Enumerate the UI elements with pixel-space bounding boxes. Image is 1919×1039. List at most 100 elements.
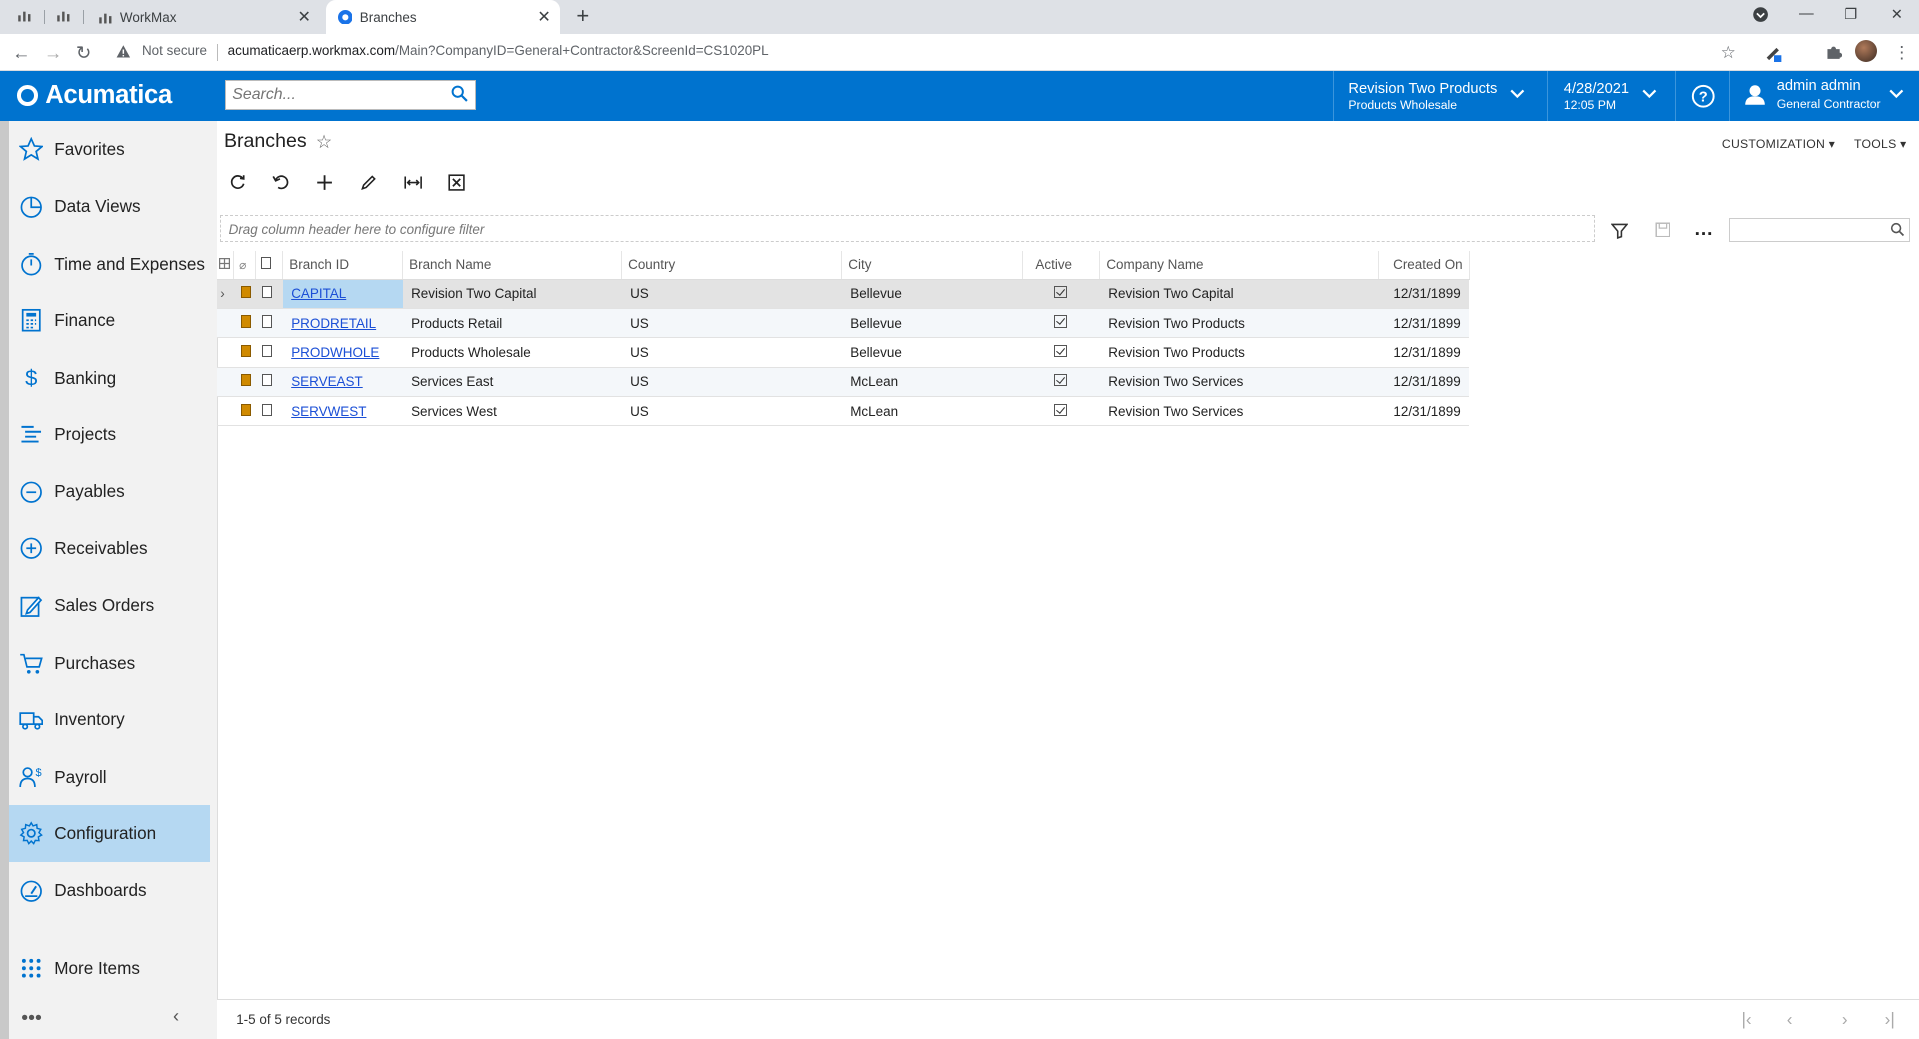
undo-icon[interactable] — [272, 174, 289, 196]
created-on-cell[interactable]: 12/31/1899 — [1378, 367, 1470, 397]
branch-selector[interactable]: Revision Two Products Products Wholesale — [1332, 70, 1547, 122]
more-options-icon[interactable]: … — [1694, 218, 1714, 241]
country-cell[interactable]: US — [621, 308, 842, 339]
table-row[interactable]: › CAPITAL Revision Two Capital US Bellev… — [216, 279, 1470, 309]
filter-icon[interactable] — [1610, 222, 1629, 244]
note-icon[interactable] — [261, 286, 272, 299]
back-icon[interactable]: ← — [12, 42, 30, 64]
company-name-cell[interactable]: Revision Two Products — [1099, 308, 1379, 339]
sidebar-item-favorites[interactable]: Favorites — [9, 121, 210, 177]
files-icon[interactable] — [241, 403, 251, 416]
branch-id-link[interactable]: CAPITAL — [291, 286, 346, 301]
warning-icon[interactable] — [116, 44, 131, 64]
row-current-indicator-icon[interactable]: › — [216, 279, 234, 309]
close-tab-icon[interactable]: ✕ — [298, 7, 311, 27]
note-icon[interactable] — [261, 315, 272, 328]
close-tab-icon[interactable]: ✕ — [537, 7, 550, 27]
customization-menu[interactable]: CUSTOMIZATION ▾ — [1722, 137, 1835, 151]
table-row[interactable]: PRODWHOLE Products Wholesale US Bellevue… — [216, 337, 1470, 368]
country-cell[interactable]: US — [621, 396, 842, 427]
prev-page-icon[interactable]: ‹ — [1787, 1009, 1793, 1030]
branch-name-cell[interactable]: Services West — [402, 396, 622, 427]
files-icon[interactable] — [241, 315, 251, 328]
note-icon[interactable] — [261, 403, 272, 416]
add-icon[interactable] — [316, 174, 333, 196]
table-row[interactable]: SERVWEST Services West US McLean Revisio… — [216, 396, 1470, 427]
sidebar-item-time-and-expenses[interactable]: Time and Expenses — [9, 236, 210, 292]
tab-search-icon[interactable] — [1752, 6, 1769, 27]
note-icon[interactable] — [261, 374, 272, 387]
search-input[interactable] — [226, 80, 435, 109]
active-checkbox[interactable] — [1054, 374, 1067, 387]
browser-menu-icon[interactable]: ⋮ — [1893, 42, 1910, 63]
created-on-cell[interactable]: 12/31/1899 — [1378, 337, 1470, 368]
city-cell[interactable]: Bellevue — [841, 337, 1023, 368]
branch-id-link[interactable]: PRODRETAIL — [291, 316, 376, 331]
branch-id-link[interactable]: SERVWEST — [291, 404, 366, 419]
sidebar-item-payroll[interactable]: $ Payroll — [9, 749, 210, 805]
city-cell[interactable]: McLean — [841, 396, 1023, 427]
tools-menu[interactable]: TOOLS ▾ — [1854, 137, 1906, 151]
bookmark-star-icon[interactable]: ☆ — [1721, 42, 1736, 63]
row-selector-header[interactable] — [216, 250, 235, 280]
sidebar-item-payables[interactable]: Payables — [9, 464, 210, 520]
sidebar-item-purchases[interactable]: Purchases — [9, 635, 210, 691]
active-checkbox[interactable] — [1054, 315, 1067, 328]
created-on-cell[interactable]: 12/31/1899 — [1378, 308, 1470, 339]
company-name-cell[interactable]: Revision Two Services — [1099, 367, 1379, 397]
reload-icon[interactable]: ↻ — [76, 42, 91, 64]
sidebar-item-more-items[interactable]: More Items — [9, 940, 210, 996]
favorite-star-icon[interactable]: ☆ — [316, 131, 332, 153]
branch-name-cell[interactable]: Revision Two Capital — [402, 279, 622, 309]
sidebar-item-finance[interactable]: Finance — [9, 292, 210, 348]
tab-workmax[interactable]: WorkMax ✕ — [93, 0, 321, 34]
extensions-puzzle-icon[interactable] — [1825, 43, 1842, 65]
search-icon[interactable] — [451, 85, 468, 107]
company-name-cell[interactable]: Revision Two Services — [1099, 396, 1379, 427]
sidebar-item-receivables[interactable]: Receivables — [9, 520, 210, 576]
branch-name-cell[interactable]: Products Wholesale — [402, 337, 622, 368]
refresh-icon[interactable] — [229, 174, 246, 196]
pinned-tab-2[interactable] — [56, 0, 71, 34]
profile-avatar[interactable] — [1855, 40, 1878, 63]
acumatica-logo[interactable]: Acumatica — [17, 81, 172, 110]
collapse-sidebar-icon[interactable]: ‹ — [173, 1005, 179, 1027]
close-window-icon[interactable]: ✕ — [1891, 6, 1903, 23]
country-cell[interactable]: US — [621, 367, 842, 397]
user-menu[interactable]: admin admin General Contractor — [1729, 70, 1919, 122]
files-icon[interactable] — [241, 344, 251, 358]
column-header-country[interactable]: Country — [621, 250, 843, 280]
sidebar-item-data-views[interactable]: Data Views — [9, 179, 210, 235]
column-header-active[interactable]: Active — [1022, 250, 1101, 280]
date-selector[interactable]: 4/28/2021 12:05 PM — [1546, 70, 1675, 122]
sidebar-more-icon[interactable]: ••• — [21, 1007, 42, 1030]
branch-id-link[interactable]: SERVEAST — [291, 374, 363, 389]
city-cell[interactable]: McLean — [841, 367, 1023, 397]
sidebar-item-projects[interactable]: Projects — [9, 406, 210, 462]
filter-drop-area[interactable]: Drag column header here to configure fil… — [220, 215, 1595, 243]
active-checkbox[interactable] — [1054, 286, 1067, 299]
column-header-branch-name[interactable]: Branch Name — [402, 250, 622, 280]
branch-name-cell[interactable]: Services East — [402, 367, 622, 397]
files-icon[interactable] — [241, 374, 251, 387]
sidebar-item-inventory[interactable]: Inventory — [9, 691, 210, 747]
edit-pencil-icon[interactable] — [360, 174, 377, 196]
sidebar-item-sales-orders[interactable]: Sales Orders — [9, 578, 210, 634]
city-cell[interactable]: Bellevue — [841, 308, 1023, 339]
sidebar-item-configuration[interactable]: Configuration — [9, 805, 210, 862]
forward-icon[interactable]: → — [44, 42, 62, 64]
minimize-icon[interactable]: — — [1799, 6, 1814, 22]
extension-pen-icon[interactable] — [1763, 43, 1783, 68]
table-row[interactable]: PRODRETAIL Products Retail US Bellevue R… — [216, 308, 1470, 339]
files-icon[interactable] — [241, 286, 251, 299]
sidebar-item-banking[interactable]: $ Banking — [9, 350, 210, 406]
new-tab-icon[interactable]: + — [576, 0, 589, 33]
active-checkbox[interactable] — [1054, 403, 1067, 416]
company-name-cell[interactable]: Revision Two Capital — [1099, 279, 1379, 309]
column-header-branch-id[interactable]: Branch ID — [282, 250, 404, 280]
first-page-icon[interactable]: |‹ — [1741, 1009, 1751, 1030]
fit-width-icon[interactable] — [404, 174, 422, 196]
country-cell[interactable]: US — [621, 337, 842, 368]
security-label[interactable]: Not secure — [142, 43, 207, 58]
branch-name-cell[interactable]: Products Retail — [402, 308, 622, 339]
